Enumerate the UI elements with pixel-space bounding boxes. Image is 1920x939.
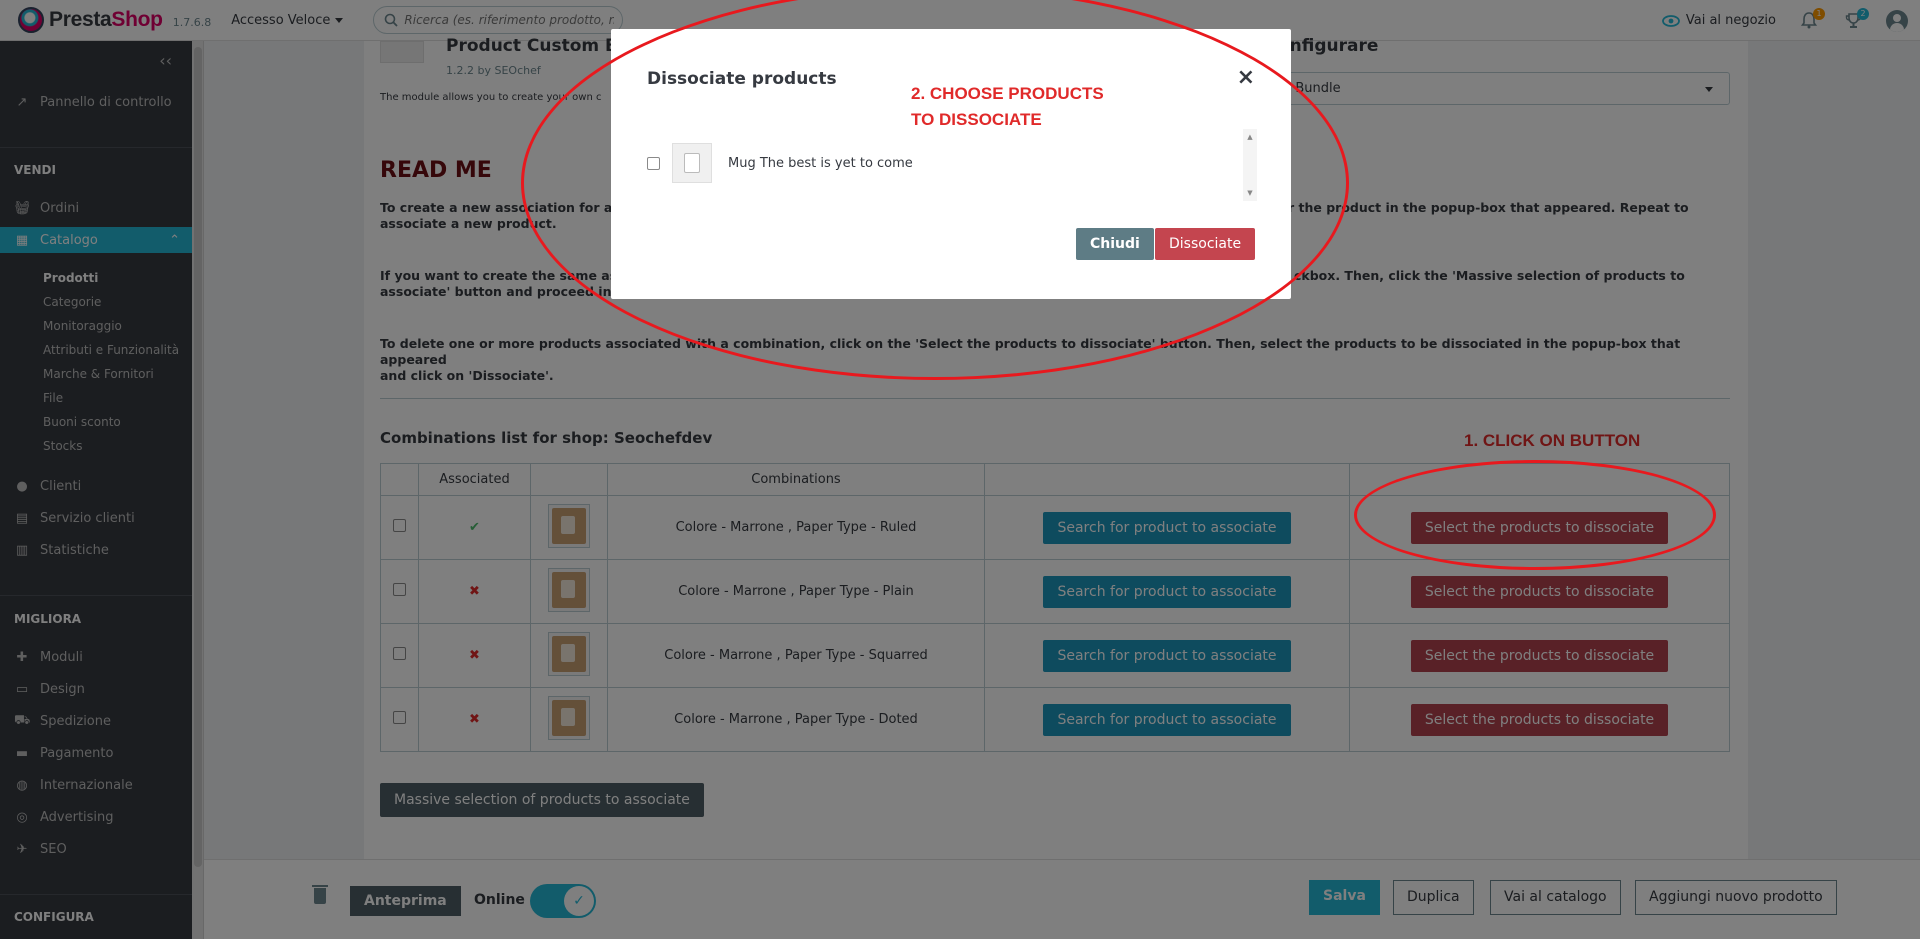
- annotation-ellipse-button: [1354, 460, 1716, 570]
- annotation-ellipse-modal: [521, 0, 1349, 380]
